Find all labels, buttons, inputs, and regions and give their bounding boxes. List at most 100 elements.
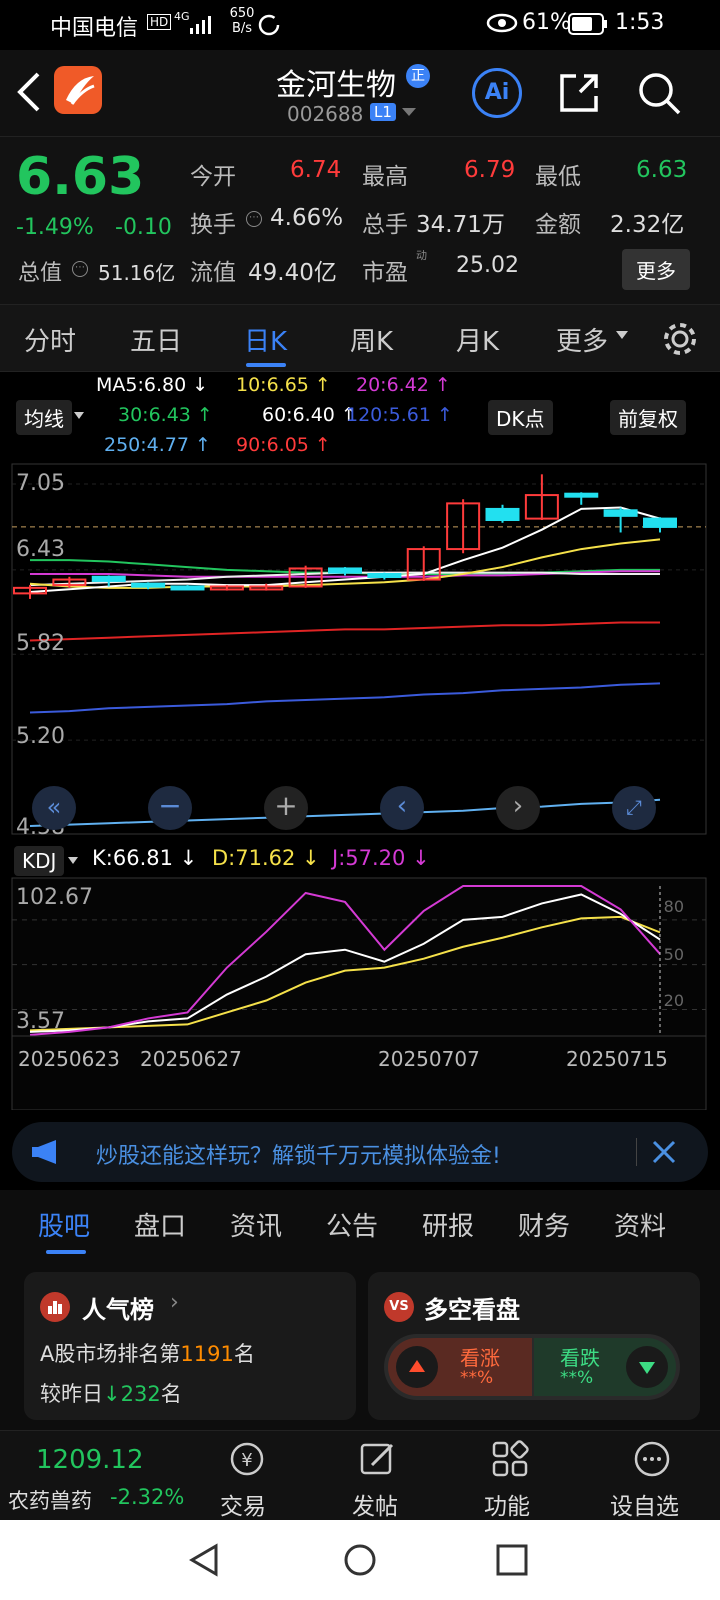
tab-indicator <box>46 1250 86 1254</box>
rank-line: A股市场排名第1191名 <box>40 1342 255 1366</box>
fullscreen-icon[interactable]: ⤢ <box>612 786 656 830</box>
kdj-chart[interactable]: 102.67 3.57 80 50 20 20250623 20250627 2… <box>0 876 720 1110</box>
bear-vote-button[interactable]: 看跌 **% <box>534 1338 676 1396</box>
rank-change-line: 较昨日↓232名 <box>40 1382 182 1406</box>
tab-forum[interactable]: 股吧 <box>38 1206 90 1243</box>
function-label[interactable]: 功能 <box>484 1487 530 1521</box>
vote-bar: 看涨 **% 看跌 **% <box>384 1334 680 1400</box>
back-triangle-icon[interactable] <box>186 1542 222 1578</box>
tab-monthly-k[interactable]: 月K <box>456 321 499 358</box>
tab-orderbook[interactable]: 盘口 <box>134 1206 186 1243</box>
tab-indicator <box>246 363 286 367</box>
indicator-select-button[interactable]: KDJ <box>14 846 65 876</box>
kdj-k-label: K:66.81 ↓ <box>92 846 198 870</box>
tab-weekly-k[interactable]: 周K <box>350 321 393 358</box>
info-icon[interactable]: ⋯ <box>246 211 262 227</box>
open-label: 今开 <box>190 164 236 190</box>
post-label[interactable]: 发帖 <box>352 1487 398 1521</box>
home-circle-icon[interactable] <box>342 1542 378 1578</box>
svg-text:¥: ¥ <box>241 1450 252 1471</box>
recents-square-icon[interactable] <box>494 1542 530 1578</box>
trade-icon[interactable]: ¥ <box>222 1439 272 1479</box>
eye-icon <box>486 13 518 33</box>
change-percent: -1.49% <box>16 215 94 240</box>
chevron-down-icon[interactable] <box>402 108 416 118</box>
add-watchlist-label[interactable]: 设自选 <box>610 1487 679 1521</box>
promo-text: 炒股还能这样玩？解锁千万元模拟体验金! <box>96 1144 501 1169</box>
back-icon[interactable] <box>14 70 44 114</box>
candle-body <box>643 517 677 528</box>
close-icon[interactable] <box>650 1138 678 1166</box>
zoom-out-icon[interactable]: − <box>148 786 192 830</box>
candle-body <box>564 492 599 498</box>
tab-5day[interactable]: 五日 <box>130 321 182 358</box>
mktcap-label: 总值 <box>18 261 63 286</box>
period-tabs: 分时 五日 日K 周K 月K 更多 <box>0 304 720 372</box>
tab-financials[interactable]: 财务 <box>518 1206 570 1243</box>
high-value: 6.79 <box>464 157 516 183</box>
chevron-down-icon[interactable] <box>616 331 628 341</box>
sector-name[interactable]: 农药兽药 <box>8 1485 92 1515</box>
kdj-j-label: J:57.20 ↓ <box>332 846 430 870</box>
volume-value: 34.71万 <box>416 212 505 238</box>
battery-icon <box>568 13 607 35</box>
verified-badge: 正 <box>406 64 430 88</box>
price-adjust-button[interactable]: 前复权 <box>610 400 686 435</box>
scroll-left-icon[interactable]: ‹ <box>380 786 424 830</box>
ma30-label: 30:6.43 ↑ <box>118 404 213 426</box>
pe-value: 25.02 <box>456 253 519 278</box>
low-label: 最低 <box>535 164 581 190</box>
bull-bear-title: 多空看盘 <box>424 1296 520 1324</box>
more-circle-icon[interactable] <box>632 1439 672 1479</box>
tab-intraday[interactable]: 分时 <box>24 321 76 358</box>
tab-more[interactable]: 更多 <box>556 321 608 358</box>
candle-body <box>603 509 638 517</box>
ai-button[interactable]: Ai <box>472 68 522 118</box>
level-badge[interactable]: L1 <box>370 103 396 121</box>
chevron-down-icon[interactable] <box>68 857 78 865</box>
scroll-far-left-icon[interactable]: « <box>32 786 76 830</box>
tab-announcements[interactable]: 公告 <box>326 1206 378 1243</box>
price-chart[interactable]: 7.05 6.43 5.82 5.20 4.58 <box>0 460 720 840</box>
kdj-d-label: D:71.62 ↓ <box>212 846 320 870</box>
gear-icon[interactable] <box>660 319 700 359</box>
chart-controls: « − + ‹ › ⤢ <box>0 786 720 830</box>
trade-label[interactable]: 交易 <box>220 1487 266 1521</box>
popularity-card[interactable]: 人气榜 › A股市场排名第1191名 较昨日↓232名 <box>24 1272 356 1420</box>
chevron-right-icon[interactable]: › <box>170 1290 179 1315</box>
scroll-right-icon[interactable]: › <box>496 786 540 830</box>
candle-body <box>485 507 520 521</box>
chevron-down-icon[interactable] <box>74 412 84 420</box>
tab-news[interactable]: 资讯 <box>230 1206 282 1243</box>
more-button[interactable]: 更多 <box>622 249 690 290</box>
apps-icon[interactable] <box>490 1439 530 1479</box>
date-label: 20250715 <box>566 1047 668 1071</box>
ma120-line <box>29 682 661 714</box>
tab-research[interactable]: 研报 <box>422 1206 474 1243</box>
turnover-label: 换手 <box>190 212 236 238</box>
zoom-in-icon[interactable]: + <box>264 786 308 830</box>
bull-vote-button[interactable]: 看涨 **% <box>388 1338 532 1396</box>
carrier: 中国电信 <box>50 16 139 41</box>
candle-body <box>328 567 362 574</box>
amount-value: 2.32亿 <box>610 212 685 238</box>
kline-chart-area: MA5:6.80 ↓ 10:6.65 ↑ 20:6.42 ↑ 均线 30:6.4… <box>0 372 720 1112</box>
battery-percent: 61% <box>522 10 571 35</box>
share-icon[interactable] <box>556 70 602 116</box>
kdj-axis-top: 102.67 <box>16 885 93 910</box>
date-label: 20250707 <box>378 1047 480 1071</box>
stock-name: 金河生物 <box>276 68 396 103</box>
hd-badge: HD <box>147 14 172 30</box>
clock: 1:53 <box>615 10 665 35</box>
search-icon[interactable] <box>636 70 682 116</box>
tab-profile[interactable]: 资料 <box>614 1206 666 1243</box>
rank-delta: 232 <box>120 1382 161 1406</box>
kdj-axis-bottom: 3.57 <box>16 1009 65 1034</box>
ma-toggle-button[interactable]: 均线 <box>16 400 72 435</box>
promo-banner[interactable]: 炒股还能这样玩？解锁千万元模拟体验金! <box>12 1122 708 1182</box>
tab-daily-k[interactable]: 日K <box>244 321 287 358</box>
dk-point-button[interactable]: DK点 <box>488 400 553 435</box>
info-icon[interactable]: ⋯ <box>72 261 88 277</box>
edit-icon[interactable] <box>358 1439 398 1479</box>
sector-index-value[interactable]: 1209.12 <box>36 1445 144 1475</box>
